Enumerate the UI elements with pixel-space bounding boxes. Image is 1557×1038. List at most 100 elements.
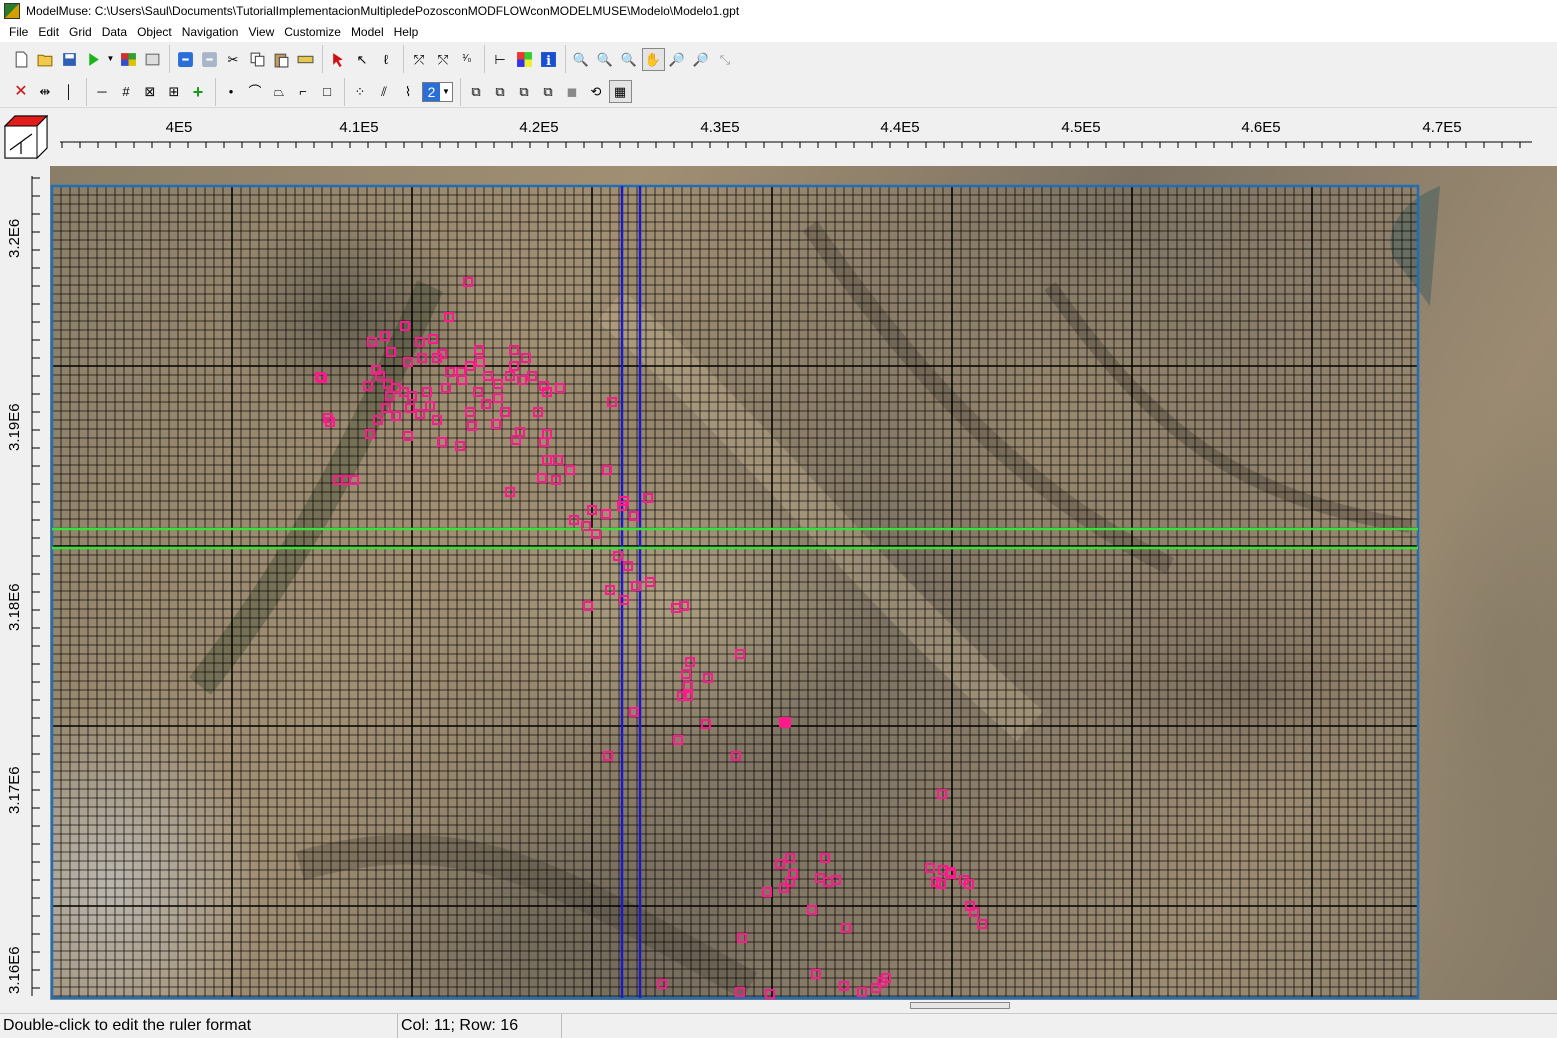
create-straight-line-icon[interactable]: ⌐ bbox=[292, 80, 315, 103]
well-marker[interactable] bbox=[925, 863, 935, 873]
well-marker[interactable] bbox=[399, 387, 409, 397]
chevron-down-icon[interactable]: ▼ bbox=[440, 87, 452, 96]
well-marker[interactable] bbox=[537, 473, 547, 483]
menu-view[interactable]: View bbox=[243, 25, 279, 39]
vertical-ruler[interactable]: 3.2E6 3.19E6 3.18E6 3.17E6 3.16E6 bbox=[0, 166, 50, 1000]
zoom-previous-icon[interactable]: ⤡ bbox=[714, 48, 737, 71]
well-marker[interactable] bbox=[831, 875, 841, 885]
zoom-window-icon[interactable]: 🔎 bbox=[690, 48, 713, 71]
view-orientation-cube[interactable] bbox=[2, 112, 49, 162]
grid-spacing-icon[interactable]: # bbox=[115, 80, 138, 103]
grid-angle-icon[interactable]: ⊠ bbox=[139, 80, 162, 103]
generate-grid-icon[interactable]: ⊞ bbox=[163, 80, 186, 103]
show-grid-table-icon[interactable]: ▦ bbox=[608, 80, 632, 103]
horizontal-ruler[interactable]: 4E5 4.1E5 4.2E5 4.3E5 4.4E5 4.5E5 4.6E5 … bbox=[52, 112, 1557, 165]
well-marker[interactable] bbox=[517, 375, 527, 385]
well-marker[interactable] bbox=[481, 399, 491, 409]
create-polygon-icon[interactable]: ⏢ bbox=[268, 80, 291, 103]
pan-hand-icon[interactable]: ✋ bbox=[641, 47, 665, 71]
delete-grid-line-icon[interactable]: ✕ bbox=[10, 80, 33, 103]
vertex-value-icon[interactable]: ¹⁄₀ bbox=[456, 48, 479, 71]
view-side-cube-icon[interactable]: ⧉ bbox=[513, 80, 536, 103]
menu-edit[interactable]: Edit bbox=[33, 25, 64, 39]
well-marker[interactable] bbox=[474, 345, 484, 355]
add-grid-line-icon[interactable]: │ bbox=[58, 80, 81, 103]
well-marker[interactable] bbox=[841, 923, 851, 933]
well-marker[interactable] bbox=[483, 371, 493, 381]
well-marker[interactable] bbox=[565, 465, 575, 475]
create-point-icon[interactable]: ● bbox=[220, 80, 243, 103]
create-line-icon[interactable]: ⌒ bbox=[244, 80, 267, 103]
menu-model[interactable]: Model bbox=[346, 25, 389, 39]
well-marker[interactable] bbox=[762, 887, 772, 897]
add-plus-icon[interactable]: + bbox=[187, 80, 210, 103]
menu-navigation[interactable]: Navigation bbox=[177, 25, 244, 39]
move-grid-line-icon[interactable]: ⇹ bbox=[34, 80, 57, 103]
well-marker[interactable] bbox=[441, 383, 451, 393]
cut-icon[interactable]: ✂ bbox=[222, 48, 245, 71]
import-results-icon[interactable] bbox=[141, 48, 164, 71]
well-marker[interactable] bbox=[685, 657, 695, 667]
run-model-icon[interactable] bbox=[82, 48, 105, 71]
well-marker[interactable] bbox=[505, 371, 515, 381]
new-file-icon[interactable] bbox=[10, 48, 33, 71]
zoom-in-icon[interactable]: 🔍 bbox=[594, 48, 617, 71]
insert-vertex-icon[interactable]: ⤱ bbox=[408, 48, 431, 71]
paste-icon[interactable] bbox=[270, 48, 293, 71]
add-parts-icon[interactable]: ⌇ bbox=[397, 80, 420, 103]
well-marker[interactable] bbox=[807, 905, 817, 915]
well-marker[interactable] bbox=[457, 375, 467, 385]
well-marker[interactable] bbox=[555, 383, 565, 393]
well-marker[interactable] bbox=[553, 455, 563, 465]
zoom-out-icon[interactable]: 🔍 bbox=[618, 48, 641, 71]
zoom-extents-icon[interactable]: 🔎 bbox=[666, 48, 689, 71]
well-marker[interactable] bbox=[811, 969, 821, 979]
view-top-cube-icon[interactable]: ⧉ bbox=[465, 80, 488, 103]
layer-select[interactable]: 2 ▼ bbox=[422, 81, 453, 102]
copy-icon[interactable] bbox=[246, 48, 269, 71]
save-icon[interactable] bbox=[58, 48, 81, 71]
open-folder-icon[interactable] bbox=[34, 48, 57, 71]
horizontal-scroll-thumb[interactable] bbox=[910, 1002, 1010, 1009]
well-marker[interactable] bbox=[444, 312, 454, 322]
menu-customize[interactable]: Customize bbox=[279, 25, 346, 39]
menu-grid[interactable]: Grid bbox=[64, 25, 97, 39]
undo-icon[interactable] bbox=[174, 48, 197, 71]
shade-cube-icon[interactable]: ◼ bbox=[561, 80, 584, 103]
show-grid-icon[interactable]: ⊢ bbox=[489, 48, 512, 71]
info-icon[interactable]: i bbox=[537, 48, 560, 71]
well-marker[interactable] bbox=[465, 407, 475, 417]
selected-well-marker[interactable] bbox=[781, 719, 790, 728]
well-marker[interactable] bbox=[403, 431, 413, 441]
rotate-cube-icon[interactable]: ⟲ bbox=[585, 80, 608, 103]
menu-file[interactable]: File bbox=[4, 25, 33, 39]
subdivide-icon[interactable]: ─ bbox=[91, 80, 114, 103]
well-marker[interactable] bbox=[493, 393, 503, 403]
select-arrow-icon[interactable] bbox=[327, 48, 350, 71]
well-marker[interactable] bbox=[511, 435, 521, 445]
menu-help[interactable]: Help bbox=[389, 25, 424, 39]
create-rectangle-icon[interactable]: □ bbox=[316, 80, 339, 103]
view-3d-cube-icon[interactable]: ⧉ bbox=[537, 80, 560, 103]
well-marker[interactable] bbox=[937, 789, 947, 799]
delete-segment-icon[interactable]: ⤲ bbox=[432, 48, 455, 71]
menu-data[interactable]: Data bbox=[97, 25, 132, 39]
add-lines-icon[interactable]: ⫽ bbox=[373, 80, 396, 103]
view-front-cube-icon[interactable]: ⧉ bbox=[489, 80, 512, 103]
well-marker[interactable] bbox=[601, 509, 611, 519]
color-grid-icon[interactable] bbox=[513, 48, 536, 71]
model-viewer-icon[interactable] bbox=[117, 48, 140, 71]
lasso-select-icon[interactable]: ℓ bbox=[375, 48, 398, 71]
redo-icon[interactable] bbox=[198, 48, 221, 71]
run-dropdown-icon[interactable]: ▼ bbox=[106, 48, 116, 71]
menu-object[interactable]: Object bbox=[132, 25, 177, 39]
measure-ruler-icon[interactable] bbox=[294, 48, 317, 71]
well-marker[interactable] bbox=[681, 669, 691, 679]
well-marker[interactable] bbox=[391, 411, 401, 421]
well-marker[interactable] bbox=[417, 353, 427, 363]
zoom-icon[interactable]: 🔍 bbox=[570, 48, 593, 71]
well-marker[interactable] bbox=[673, 735, 683, 745]
select-point-icon[interactable]: ↖ bbox=[351, 48, 374, 71]
model-view-canvas[interactable] bbox=[50, 166, 1557, 1000]
add-points-icon[interactable]: ⁘ bbox=[349, 80, 372, 103]
